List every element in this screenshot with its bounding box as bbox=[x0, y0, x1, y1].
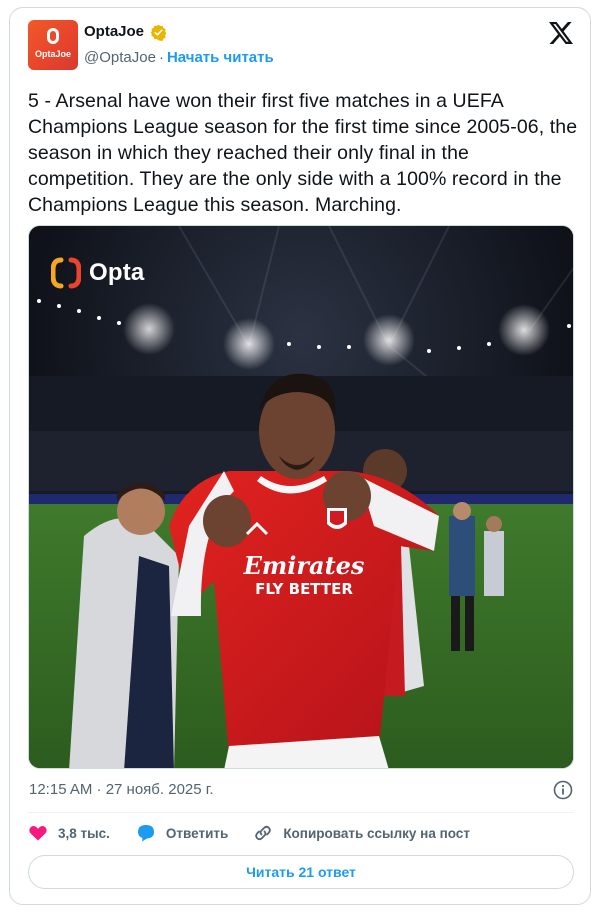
follow-button[interactable]: Начать читать bbox=[167, 49, 274, 66]
heart-icon bbox=[29, 826, 47, 841]
author-handle-row: @OptaJoe · Начать читать bbox=[84, 49, 274, 66]
like-count: 3,8 тыс. bbox=[58, 825, 110, 841]
verified-badge-icon bbox=[150, 24, 167, 41]
author-avatar[interactable]: OptaJoe bbox=[28, 20, 78, 70]
x-logo-icon[interactable] bbox=[549, 22, 573, 44]
read-replies-button[interactable]: Читать 21 ответ bbox=[28, 855, 574, 889]
opta-logo-mark bbox=[47, 28, 59, 44]
reply-label: Ответить bbox=[165, 825, 229, 841]
divider bbox=[28, 812, 574, 813]
copy-link-button[interactable]: Копировать ссылку на пост bbox=[253, 823, 470, 843]
author-display-name[interactable]: OptaJoe bbox=[84, 23, 144, 40]
info-icon[interactable] bbox=[553, 780, 573, 800]
copy-link-label: Копировать ссылку на пост bbox=[283, 825, 470, 841]
tweet-card: OptaJoe OptaJoe @OptaJoe · Начать читать 5… bbox=[9, 7, 591, 905]
link-icon bbox=[255, 825, 272, 841]
avatar-text: OptaJoe bbox=[34, 49, 71, 59]
like-button[interactable]: 3,8 тыс. bbox=[28, 823, 110, 843]
kit-sponsor-line2: FLY BETTER bbox=[255, 580, 353, 598]
separator-dot: · bbox=[158, 49, 164, 66]
kit-sponsor-line1: Emirates bbox=[243, 551, 365, 580]
tweet-photo[interactable]: Emirates FLY BETTER Opta bbox=[28, 225, 574, 769]
action-bar: 3,8 тыс. Ответить Копировать ссылку на п… bbox=[28, 821, 470, 845]
photo-illustration: Emirates FLY BETTER bbox=[29, 226, 573, 768]
tweet-text: 5 - Arsenal have won their first five ma… bbox=[28, 90, 578, 216]
opta-watermark: Opta bbox=[51, 256, 144, 290]
reply-button[interactable]: Ответить bbox=[136, 823, 228, 843]
opta-logo-icon bbox=[51, 257, 81, 289]
tweet-timestamp[interactable]: 12:15 AM · 27 нояб. 2025 г. bbox=[29, 781, 214, 798]
reply-bubble-icon bbox=[137, 825, 154, 842]
author-handle[interactable]: @OptaJoe bbox=[84, 49, 156, 66]
opta-watermark-text: Opta bbox=[89, 259, 145, 286]
